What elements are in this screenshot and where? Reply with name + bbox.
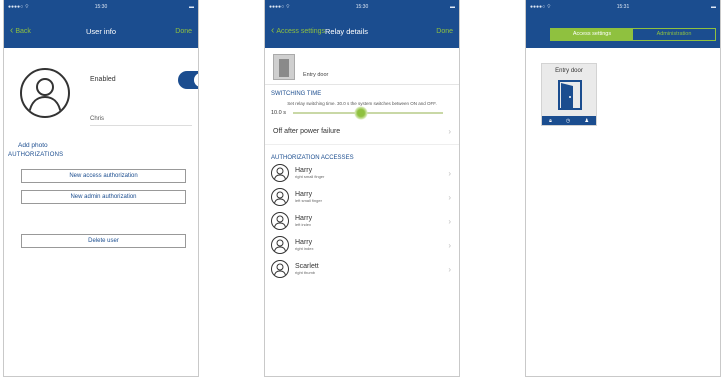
enabled-toggle[interactable] — [178, 71, 198, 89]
access-name: Harry — [295, 238, 313, 246]
status-bar: ●●●●○ ⌔ 15:30 ▬ — [265, 0, 459, 14]
slider-value: 10.0 s — [271, 109, 286, 116]
slider-knob[interactable] — [353, 105, 368, 120]
tab-access-settings[interactable]: Access settings — [551, 29, 633, 40]
name-field[interactable]: Chris — [90, 116, 104, 122]
back-button[interactable]: ‹ Back — [10, 26, 31, 36]
access-finger: right thumb — [295, 270, 316, 276]
phone-screen-user-info: ●●●●○ ⌔ 15:30 ▬ ‹ Back User info Done En… — [3, 0, 199, 377]
nav-bar: ●●●●○ ⌔ 15:31 ▬ Access settings Administ… — [526, 0, 720, 48]
status-bar: ●●●●○ ⌔ 15:31 ▬ — [526, 0, 720, 14]
access-finger: left index — [295, 222, 312, 228]
chevron-right-icon: › — [448, 240, 451, 250]
avatar-icon — [271, 235, 289, 254]
off-after-power-failure-label: Off after power failure — [273, 127, 341, 135]
access-finger: right small finger — [295, 174, 325, 180]
door-name: Entry door — [303, 72, 329, 78]
person-icon[interactable]: ♟ — [584, 118, 588, 124]
access-text: Harry right small finger — [295, 167, 324, 180]
access-list: Harry right small finger › Harry left small … — [265, 161, 459, 281]
avatar-icon — [271, 259, 289, 278]
avatar-icon — [271, 211, 289, 230]
avatar-icon — [271, 163, 289, 182]
access-text: Harry left index — [295, 215, 312, 228]
tab-administration[interactable]: Administration — [633, 29, 715, 40]
door-thumbnail-icon — [273, 54, 295, 80]
chevron-right-icon: › — [448, 264, 451, 274]
access-name: Harry — [295, 190, 313, 198]
phone-screen-relay-details: ●●●●○ ⌔ 15:30 ▬ ‹ Access settings Relay … — [264, 0, 460, 377]
off-after-power-failure-row[interactable]: Off after power failure › — [265, 119, 459, 145]
status-time: 15:30 — [355, 4, 369, 10]
access-list-item[interactable]: Scarlett right thumb › — [265, 257, 459, 281]
back-label: Back — [15, 27, 31, 35]
done-button[interactable]: Done — [436, 28, 453, 35]
authorization-accesses-header: AUTHORIZATION ACCESSES — [271, 154, 354, 161]
access-text: Harry left small finger — [295, 191, 322, 204]
segmented-control: Access settings Administration — [550, 28, 716, 41]
name-underline — [90, 125, 192, 126]
new-access-authorization-button[interactable]: New access authorization — [21, 169, 186, 183]
door-header: Entry door — [265, 48, 459, 85]
avatar-icon[interactable] — [20, 68, 70, 118]
chevron-left-icon: ‹ — [10, 25, 14, 36]
status-time: 15:30 — [94, 4, 108, 10]
done-button[interactable]: Done — [175, 28, 192, 35]
access-name: Harry — [295, 214, 313, 222]
access-finger: right index — [295, 246, 314, 252]
nav-bar: ●●●●○ ⌔ 15:30 ▬ ‹ Access settings Relay … — [265, 0, 459, 48]
door-card-actions: 🔒︎ ◷ ♟ — [542, 116, 596, 125]
access-text: Harry right index — [295, 239, 313, 252]
access-list-item[interactable]: Harry left small finger › — [265, 185, 459, 209]
access-list-item[interactable]: Harry left index › — [265, 209, 459, 233]
lock-icon[interactable]: 🔒︎ — [549, 118, 552, 124]
clock-icon[interactable]: ◷ — [566, 118, 570, 124]
back-button[interactable]: ‹ Access settings — [271, 26, 325, 36]
nav-bar: ●●●●○ ⌔ 15:30 ▬ ‹ Back User info Done — [4, 0, 198, 48]
new-admin-authorization-button[interactable]: New admin authorization — [21, 190, 186, 204]
user-header: Enabled Chris — [4, 48, 198, 138]
status-bar: ●●●●○ ⌔ 15:30 ▬ — [4, 0, 198, 14]
access-name: Scarlett — [295, 262, 319, 270]
page-title: User info — [85, 26, 116, 36]
switching-slider-row: 10.0 s — [265, 105, 459, 120]
door-card[interactable]: Entry door 🔒︎ ◷ ♟ — [541, 63, 597, 126]
back-label: Access settings — [276, 27, 325, 35]
switching-slider[interactable] — [293, 105, 443, 120]
phone-screen-access-settings: ●●●●○ ⌔ 15:31 ▬ Access settings Administ… — [525, 0, 721, 377]
access-name: Harry — [295, 166, 313, 174]
enabled-label: Enabled — [90, 76, 116, 83]
status-time: 15:31 — [616, 4, 630, 10]
avatar-icon — [271, 187, 289, 206]
authorizations-header: AUTHORIZATIONS — [8, 152, 64, 158]
chevron-left-icon: ‹ — [271, 25, 275, 36]
door-card-name: Entry door — [555, 68, 583, 74]
switching-time-header: SWITCHING TIME — [271, 91, 322, 97]
access-list-item[interactable]: Harry right small finger › — [265, 161, 459, 185]
door-icon — [558, 80, 582, 110]
delete-user-button[interactable]: Delete user — [21, 234, 186, 248]
chevron-right-icon: › — [448, 168, 451, 178]
access-finger: left small finger — [295, 198, 322, 204]
access-list-item[interactable]: Harry right index › — [265, 233, 459, 257]
chevron-right-icon: › — [448, 126, 451, 136]
chevron-right-icon: › — [448, 216, 451, 226]
add-photo-link[interactable]: Add photo — [4, 142, 198, 149]
access-text: Scarlett right thumb — [295, 263, 319, 276]
chevron-right-icon: › — [448, 192, 451, 202]
